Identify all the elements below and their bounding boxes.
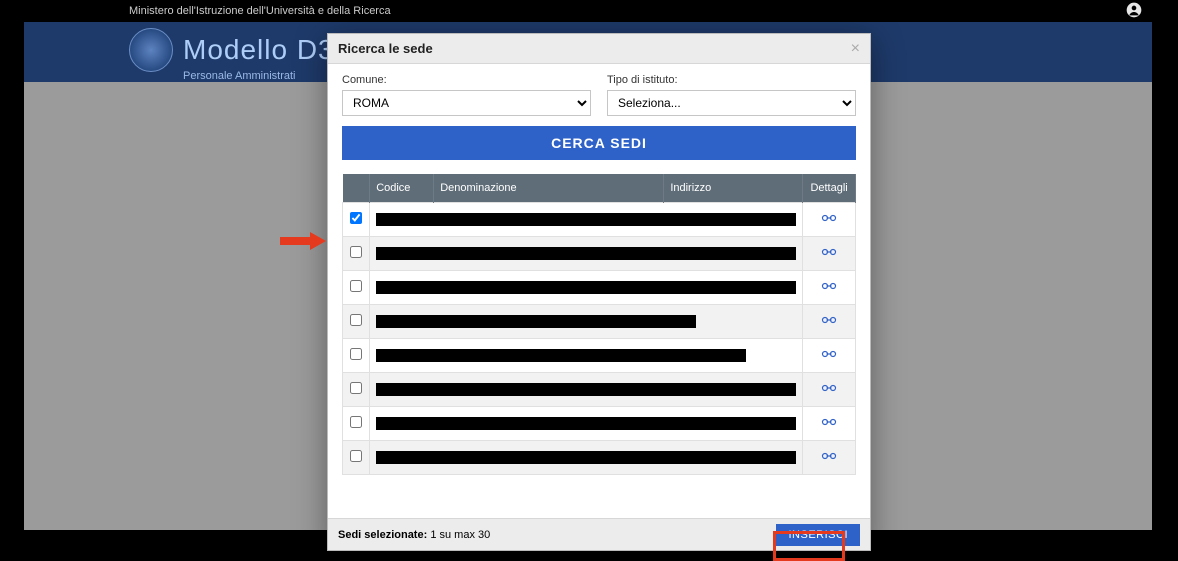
row-select-checkbox[interactable] xyxy=(350,314,362,326)
details-link-icon[interactable] xyxy=(821,215,837,227)
row-select-checkbox[interactable] xyxy=(350,280,362,292)
row-select-checkbox[interactable] xyxy=(350,382,362,394)
modal-title: Ricerca le sede xyxy=(338,41,433,56)
comune-label: Comune: xyxy=(342,74,591,86)
details-link-icon[interactable] xyxy=(821,283,837,295)
redacted-content xyxy=(376,451,796,464)
col-indirizzo: Indirizzo xyxy=(664,174,803,203)
redacted-content xyxy=(376,417,796,430)
table-row xyxy=(343,339,856,373)
user-avatar-icon[interactable] xyxy=(1126,2,1142,21)
table-row xyxy=(343,203,856,237)
redacted-content xyxy=(376,349,746,362)
comune-select[interactable]: ROMA xyxy=(342,90,591,116)
app-title: Modello D3 xyxy=(183,34,335,66)
table-row xyxy=(343,237,856,271)
redacted-content xyxy=(376,383,796,396)
details-link-icon[interactable] xyxy=(821,453,837,465)
col-codice: Codice xyxy=(370,174,434,203)
row-select-checkbox[interactable] xyxy=(350,416,362,428)
row-select-checkbox[interactable] xyxy=(350,212,362,224)
row-select-checkbox[interactable] xyxy=(350,348,362,360)
redacted-content xyxy=(376,281,796,294)
table-row xyxy=(343,441,856,475)
search-button[interactable]: CERCA SEDI xyxy=(342,126,856,160)
redacted-content xyxy=(376,247,796,260)
tipo-istituto-select[interactable]: Seleziona... xyxy=(607,90,856,116)
col-dettagli: Dettagli xyxy=(803,174,856,203)
search-location-modal: Ricerca le sede × Comune: ROMA Tipo di i… xyxy=(327,33,871,551)
tipo-istituto-label: Tipo di istituto: xyxy=(607,74,856,86)
col-denominazione: Denominazione xyxy=(434,174,664,203)
row-select-checkbox[interactable] xyxy=(350,450,362,462)
results-table: Codice Denominazione Indirizzo Dettagli xyxy=(342,174,856,475)
annotation-arrow-icon xyxy=(280,232,326,250)
table-row xyxy=(343,271,856,305)
details-link-icon[interactable] xyxy=(821,249,837,261)
table-row xyxy=(343,407,856,441)
col-select xyxy=(343,174,370,203)
state-emblem-icon xyxy=(129,28,173,72)
user-name-redacted xyxy=(1026,5,1116,17)
details-link-icon[interactable] xyxy=(821,419,837,431)
redacted-content xyxy=(376,213,796,226)
table-row xyxy=(343,305,856,339)
details-link-icon[interactable] xyxy=(821,317,837,329)
insert-button[interactable]: INSERISCI xyxy=(776,524,860,546)
ministry-topbar: Ministero dell'Istruzione dell'Universit… xyxy=(24,0,1152,22)
row-select-checkbox[interactable] xyxy=(350,246,362,258)
ministry-label: Ministero dell'Istruzione dell'Universit… xyxy=(129,5,391,17)
selected-status: Sedi selezionate: 1 su max 30 xyxy=(338,529,490,541)
details-link-icon[interactable] xyxy=(821,351,837,363)
redacted-content xyxy=(376,315,696,328)
close-icon[interactable]: × xyxy=(851,40,860,58)
details-link-icon[interactable] xyxy=(821,385,837,397)
table-row xyxy=(343,373,856,407)
